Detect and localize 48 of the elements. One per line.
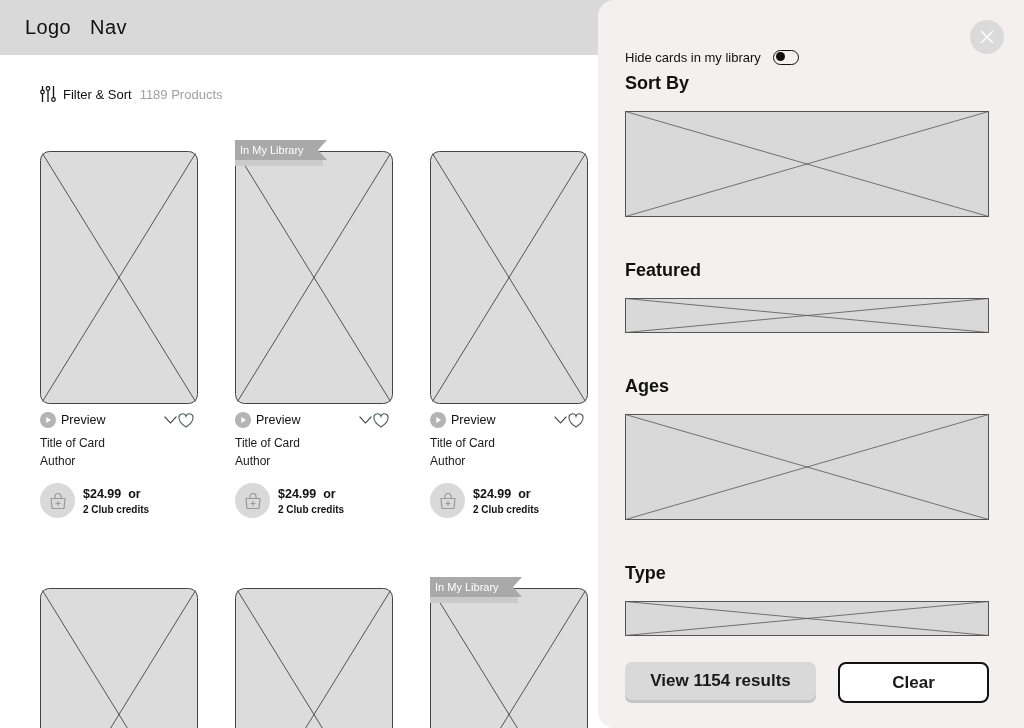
- preview-button[interactable]: Preview: [430, 412, 496, 428]
- heart-icon[interactable]: [178, 412, 194, 428]
- sliders-icon: [40, 85, 56, 103]
- view-results-button[interactable]: View 1154 results: [625, 662, 816, 700]
- card-title: Title of Card: [235, 435, 300, 451]
- toggle-label: Hide cards in my library: [625, 49, 761, 65]
- library-ribbon: In My Library: [430, 577, 522, 603]
- section-heading: Featured: [625, 260, 702, 280]
- card-author: Author: [40, 453, 76, 469]
- credits-text: 2 Club credits: [473, 503, 540, 515]
- price-text: $24.99: [473, 486, 512, 501]
- credits-text: 2 Club credits: [278, 503, 345, 515]
- chevron-down-icon[interactable]: [359, 416, 372, 424]
- section-heading: Type: [625, 563, 666, 583]
- add-to-cart-button[interactable]: [40, 483, 75, 518]
- product-count-text: 1189 Products: [139, 86, 223, 102]
- heart-icon[interactable]: [373, 412, 389, 428]
- nav-link[interactable]: Nav: [90, 16, 127, 39]
- price-or-text: or: [518, 486, 531, 501]
- close-icon: [980, 30, 994, 44]
- add-to-cart-button[interactable]: [235, 483, 270, 518]
- clear-button[interactable]: Clear: [838, 662, 989, 703]
- card-title: Title of Card: [430, 435, 495, 451]
- card-title: Title of Card: [40, 435, 105, 451]
- play-icon: [235, 412, 251, 428]
- section-heading: Ages: [625, 376, 669, 396]
- preview-button[interactable]: Preview: [235, 412, 301, 428]
- preview-button[interactable]: Preview: [40, 412, 106, 428]
- site-logo[interactable]: Logo: [25, 16, 72, 39]
- play-icon: [40, 412, 56, 428]
- library-ribbon: In My Library: [235, 140, 327, 166]
- bag-icon: [48, 491, 67, 510]
- add-to-cart-button[interactable]: [430, 483, 465, 518]
- play-icon: [430, 412, 446, 428]
- section-heading: Sort By: [625, 73, 689, 93]
- card-author: Author: [430, 453, 466, 469]
- credits-text: 2 Club credits: [83, 503, 150, 515]
- card-author: Author: [235, 453, 271, 469]
- price-or-text: or: [323, 486, 336, 501]
- heart-icon[interactable]: [568, 412, 584, 428]
- filter-sort-button[interactable]: Filter & Sort: [40, 85, 132, 103]
- bag-icon: [243, 491, 262, 510]
- chevron-down-icon[interactable]: [164, 416, 177, 424]
- price-or-text: or: [128, 486, 141, 501]
- price-text: $24.99: [83, 486, 122, 501]
- bag-icon: [438, 491, 457, 510]
- chevron-down-icon[interactable]: [554, 416, 567, 424]
- price-text: $24.99: [278, 486, 317, 501]
